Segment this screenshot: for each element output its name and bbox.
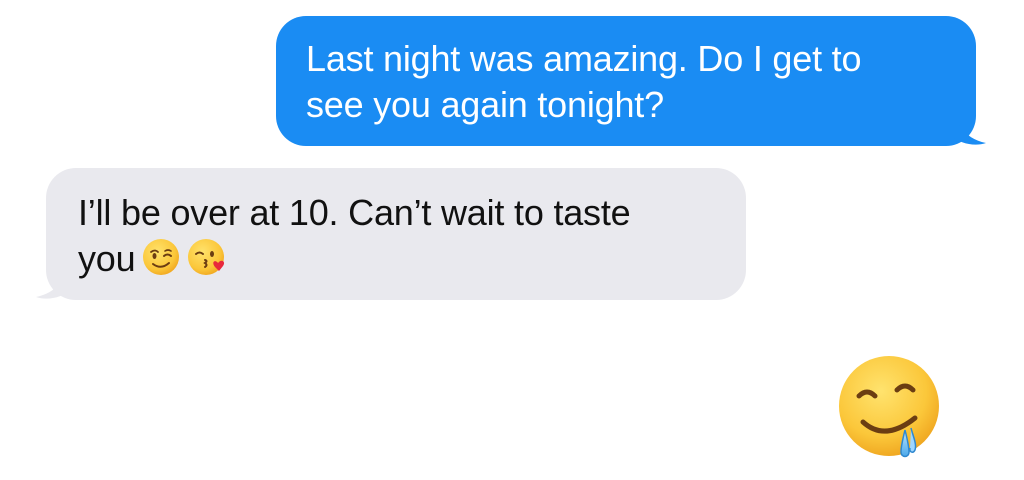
received-message-text-line-2-text: you	[78, 238, 136, 279]
drooling-face-emoji[interactable]	[835, 352, 947, 464]
face-blowing-kiss-emoji	[188, 239, 225, 275]
sent-message-text-line-2: see you again tonight?	[306, 84, 664, 125]
sent-message-bubble[interactable]: Last night was amazing. Do I get to see …	[276, 16, 976, 146]
received-message-bubble[interactable]: I’ll be over at 10. Can’t wait to taste …	[46, 168, 746, 300]
sent-message-text-line-1: Last night was amazing. Do I get to	[306, 38, 862, 79]
received-message-text-line-2: you	[78, 236, 722, 282]
winking-face-emoji	[143, 239, 180, 275]
received-message-text-line-1: I’ll be over at 10. Can’t wait to taste	[78, 192, 631, 233]
